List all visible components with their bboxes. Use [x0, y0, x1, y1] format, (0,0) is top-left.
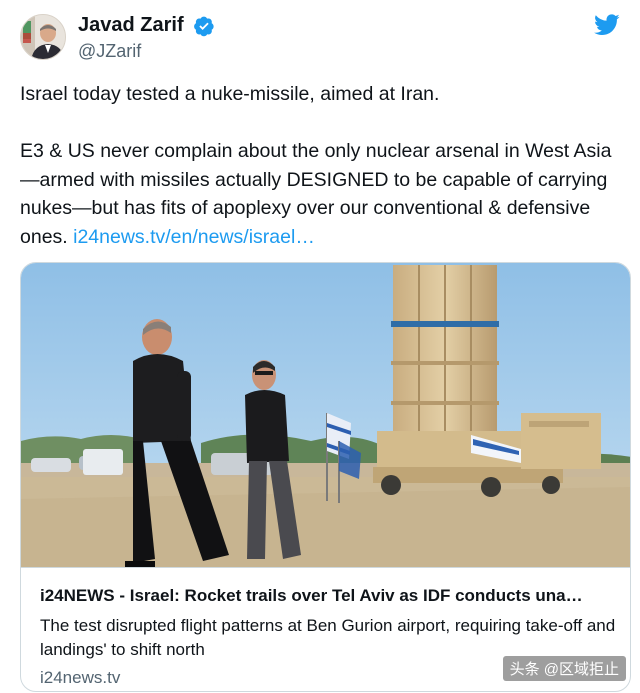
link-preview-card[interactable]: i24NEWS - Israel: Rocket trails over Tel…	[20, 262, 631, 692]
watermark: 头条 @区域拒止	[502, 656, 626, 681]
display-name[interactable]: Javad Zarif	[78, 14, 184, 37]
avatar-image	[21, 15, 65, 59]
card-domain: i24news.tv	[40, 668, 121, 687]
tweet-header: Javad Zarif @JZarif	[20, 12, 620, 64]
verified-badge-icon	[193, 15, 215, 37]
tweet-body: Israel today tested a nuke-missile, aime…	[20, 80, 620, 251]
card-title[interactable]: i24NEWS - Israel: Rocket trails over Tel…	[40, 586, 620, 606]
tweet-text-paragraph2: E3 & US never complain about the only nu…	[20, 137, 620, 251]
tweet-text-line1: Israel today tested a nuke-missile, aime…	[20, 83, 440, 105]
handle[interactable]: @JZarif	[78, 41, 215, 62]
twitter-bird-icon[interactable]	[594, 14, 620, 36]
tweet-link[interactable]: i24news.tv/en/news/israel…	[73, 226, 315, 248]
card-image[interactable]	[21, 263, 631, 567]
avatar[interactable]	[20, 14, 66, 60]
card-description: The test disrupted flight patterns at Be…	[40, 616, 616, 659]
author-names: Javad Zarif @JZarif	[78, 14, 215, 62]
